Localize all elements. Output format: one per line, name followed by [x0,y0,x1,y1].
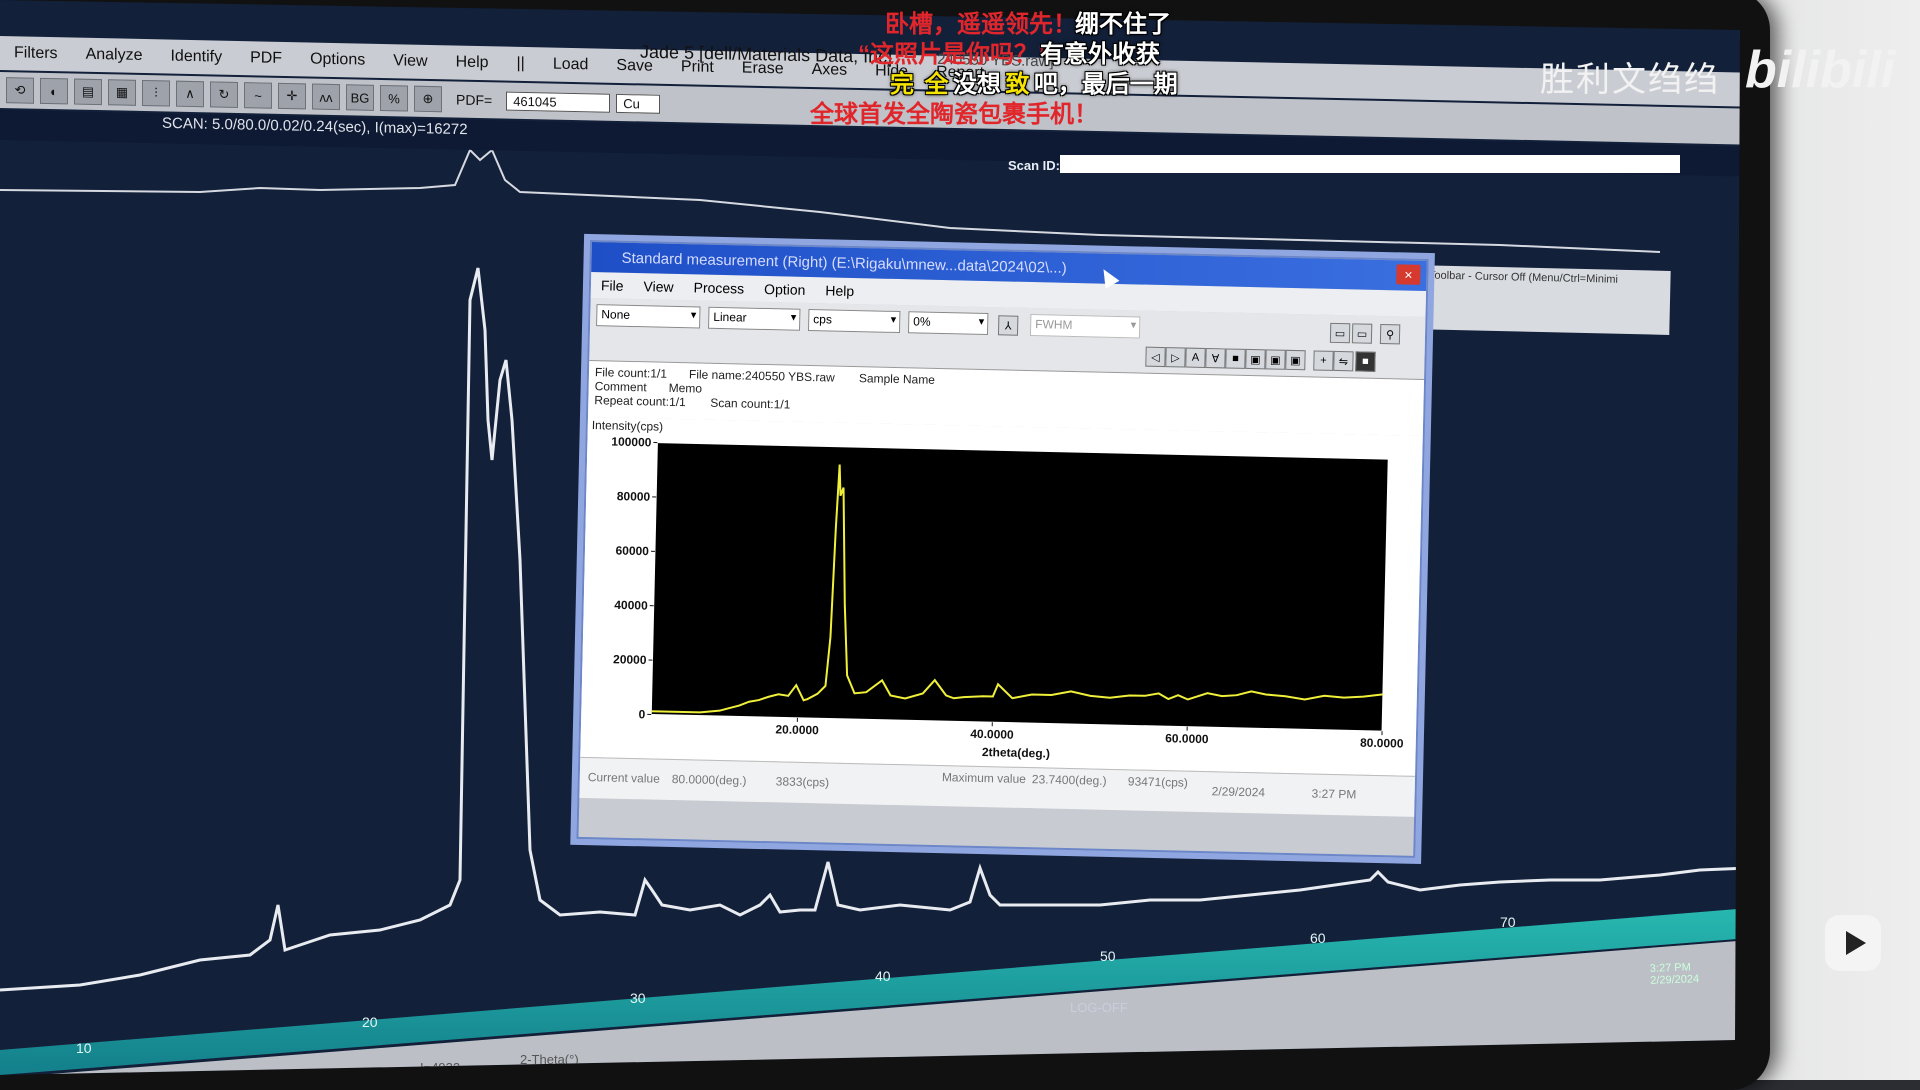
y-tick-label: 40000 [614,598,648,613]
x-tick-label: 80.0000 [1360,736,1404,751]
sm-title: Standard measurement (Right) (E:\Rigaku\… [621,249,1067,276]
x-tick-label: 40.0000 [970,727,1014,742]
plus-icon[interactable]: + [1313,350,1333,370]
view2-icon[interactable]: ▣ [1265,349,1285,369]
measurement-chart: Intensity(cps) 0 20000 40000 60000 80000 10000… [580,417,1422,776]
peaks-icon[interactable]: ʌʌ [312,84,340,111]
sm-menu-process[interactable]: Process [683,279,754,297]
prev-icon[interactable]: ◁ [1145,347,1165,367]
pin-icon[interactable]: ⚲ [1380,324,1400,344]
memo: Memo [669,381,703,396]
save-icon[interactable]: ▦ [108,79,136,106]
y-tick-label: 100000 [611,435,652,450]
y-tick-label: 0 [638,707,645,721]
standard-measurement-window: Standard measurement (Right) (E:\Rigaku\… [576,240,1428,858]
log-off-label[interactable]: LOG-OFF [1070,1000,1128,1015]
x-tick-label: 20.0000 [775,722,819,737]
y-axis-title: Intensity(cps) [592,418,664,434]
target-select[interactable]: Cu [616,93,660,113]
file-name: File name:240550 YBS.raw [689,367,835,384]
max-value-label: Maximum value [942,770,1026,786]
up-icon[interactable]: A [1185,348,1205,368]
open-icon[interactable]: ⟲ [6,77,34,104]
globe-icon[interactable]: ⊕ [414,86,442,113]
plot-area [651,443,1388,732]
monitor-screen: 10 20 30 40 50 60 70 I=4932 2-Theta(°) F… [0,0,1750,1075]
pdf-label: PDF= [448,91,500,108]
down-icon[interactable]: ∀ [1205,348,1225,368]
fwhm-select[interactable]: FWHM▾ [1030,314,1140,338]
current-cps: 3833(cps) [776,774,830,789]
menu-pdf[interactable]: PDF [236,49,296,68]
x-tick-label: 60.0000 [1165,731,1209,746]
status-time: 3:27 PM [1311,787,1356,802]
menu-view[interactable]: View [379,52,441,71]
menu-help[interactable]: Help [442,53,503,72]
repeat-count: Repeat count:1/1 [594,393,686,409]
scan-id-label: Scan ID: [1008,158,1060,173]
bg-icon[interactable]: BG [346,84,374,111]
move-icon[interactable]: ✛ [278,83,306,110]
stop-icon[interactable]: ■ [1225,348,1245,368]
comment: Comment [595,379,647,394]
offset-select[interactable]: 0%▾ [908,311,988,335]
subtitle-line4-red: 全球首发全陶瓷包裹手机！ [810,94,1098,129]
peak-icon[interactable]: ∧ [176,81,204,108]
scale-select[interactable]: Linear▾ [708,307,800,331]
smoothing-select[interactable]: None▾ [596,304,700,328]
view1-icon[interactable]: ▣ [1245,349,1265,369]
sm-menu-view[interactable]: View [633,278,683,295]
current-deg: 80.0000(deg.) [672,772,747,788]
sm-menu-option[interactable]: Option [754,281,816,298]
percent-icon[interactable]: % [380,85,408,112]
cycle-icon[interactable]: ↻ [210,81,238,108]
close-button[interactable]: × [1396,264,1420,285]
tray-clock[interactable]: 3:27 PM 2/29/2024 [1650,961,1700,987]
next-icon[interactable]: ▷ [1165,347,1185,367]
menu-identify[interactable]: Identify [156,47,236,67]
status-date: 2/29/2024 [1211,784,1265,799]
printer-icon[interactable]: ▤ [74,79,102,106]
pdf-number-field[interactable]: 461045 [506,91,610,112]
menu-pause[interactable]: || [503,55,539,74]
sample-name: Sample Name [859,371,935,387]
measurement-chart-svg: Intensity(cps) 0 20000 40000 60000 80000 10000… [580,417,1418,776]
view3-icon[interactable]: ▣ [1285,350,1305,370]
sm-menu-help[interactable]: Help [815,282,864,299]
current-value-label: Current value [588,770,660,786]
channel-name-watermark: 胜利文绉绉 [1540,52,1720,101]
dark-icon[interactable]: ■ [1355,351,1375,371]
play-icon [1846,931,1866,955]
menu-analyze[interactable]: Analyze [72,45,157,65]
peak-search-icon[interactable]: ⅄ [998,315,1018,335]
edit-toolbar: dit Toolbar - Cursor Off (Menu/Ctrl=Mini… [1409,265,1670,335]
play-button[interactable] [1825,915,1881,971]
bilibili-logo: bilibili [1745,40,1895,100]
open-folder-icon[interactable]: ▭ [1330,323,1350,343]
refresh-icon[interactable]: ◐ [40,78,68,105]
scan-id-field[interactable] [1060,155,1680,173]
adjust-icon[interactable]: ⇋ [1333,351,1353,371]
menu-load[interactable]: Load [539,55,603,74]
x-axis-title: 2theta(deg.) [982,745,1050,761]
y-tick-label: 80000 [617,489,651,504]
scan-count: Scan count:1/1 [710,396,790,412]
save-folder-icon[interactable]: ▭ [1352,323,1372,343]
sm-menu-file[interactable]: File [591,277,634,294]
y-tick-label: 20000 [613,652,647,667]
smooth-icon[interactable]: ~ [244,82,272,109]
max-deg: 23.7400(deg.) [1032,772,1107,788]
y-tick-label: 60000 [615,543,649,558]
menu-filters[interactable]: Filters [0,44,72,63]
tray-date: 2/29/2024 [1650,973,1699,987]
bar-chart-icon[interactable]: ⫶ [142,80,170,107]
menu-options[interactable]: Options [296,50,379,70]
unit-select[interactable]: cps▾ [808,309,900,333]
max-cps: 93471(cps) [1128,774,1188,789]
